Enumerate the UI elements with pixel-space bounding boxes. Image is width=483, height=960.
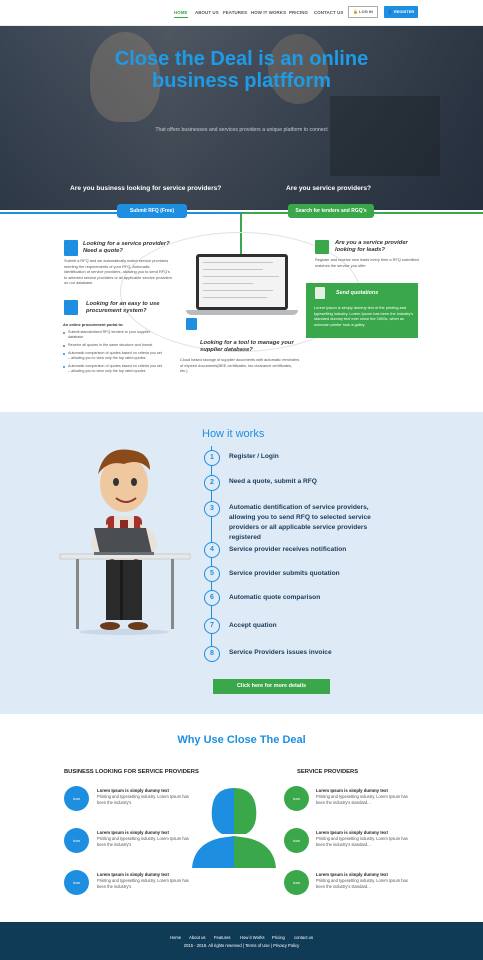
user-icon: 👤 [387, 9, 393, 14]
footer-link-home[interactable]: Home [170, 935, 181, 940]
lock-icon: 🔒 [353, 9, 359, 14]
block-service-provider-text: Submit a RFQ and we automatically match … [64, 258, 172, 286]
step-number: 7 [204, 618, 220, 634]
procurement-icon [64, 300, 78, 315]
person-silhouette-illustration [192, 788, 276, 868]
why-item-heading: Lorem Ipsum is simply dummy text [316, 872, 388, 877]
block-service-provider-title: Looking for a service provider? Need a q… [83, 241, 170, 254]
step-number: 1 [204, 450, 220, 466]
hero-photo-laptop [330, 96, 440, 176]
step-number: 4 [204, 542, 220, 558]
why-right-heading: SERVICE PROVIDERS [297, 769, 359, 775]
why-item-text: Printing and typesetting industry. Lorem… [316, 836, 408, 847]
search-tenders-button[interactable]: Search for tenders and RGQ's [288, 204, 374, 218]
step-text: Service provider receives notification [229, 546, 347, 553]
why-item-text: Printing and typesetting industry. Lorem… [97, 794, 189, 805]
login-label: LOG IN [359, 9, 373, 14]
list-item: Submit standardized RFQ tenders to your … [63, 330, 163, 340]
top-nav: HOME ABOUT US FEATURES HOW IT WORKS PRIC… [0, 0, 483, 26]
step-number: 6 [204, 590, 220, 606]
step-text: Register / Login [229, 453, 279, 460]
footer-link-pricing[interactable]: Pricing [272, 935, 285, 940]
step-number: 8 [204, 646, 220, 662]
list-item: Automatic comparison of quotes based on … [63, 351, 163, 361]
hero-title-line1: Close the Deal is an online [114, 48, 369, 70]
user-lead-icon [315, 240, 329, 254]
more-details-button[interactable]: Click here for more details [213, 679, 330, 694]
nav-pricing[interactable]: PRICING [289, 10, 308, 15]
list-item: Receive all quotes in the same structure… [63, 343, 163, 348]
why-item-heading: Lorem Ipsum is simply dummy text [316, 830, 388, 835]
step-text: Service provider submits quotation [229, 570, 340, 577]
step-text: Automatic quote comparison [229, 594, 321, 601]
block-leads-title: Are you a service provider looking for l… [335, 240, 408, 253]
why-item-text: Printing and typesetting industry. Lorem… [97, 836, 189, 847]
why-item-heading: Lorem Ipsum is simply dummy text [97, 788, 169, 793]
document-icon [64, 240, 78, 256]
why-item-text: Printing and typesetting industry. Lorem… [316, 794, 408, 805]
block-database-text: Cloud based storage of supplier document… [180, 357, 300, 374]
footer [0, 922, 483, 960]
step-text: Automatic dentification of service provi… [229, 504, 371, 541]
footer-link-features[interactable]: Features [214, 935, 231, 940]
nav-features[interactable]: FEATURES [223, 10, 247, 15]
why-item-icon: icon [284, 828, 309, 853]
hero-subtitle: That offers businesses and services prov… [155, 127, 328, 133]
step-number: 2 [204, 475, 220, 491]
register-button[interactable]: 👤 REGISTER [384, 6, 418, 18]
why-item-heading: Lorem Ipsum is simply dummy text [316, 788, 388, 793]
nav-how[interactable]: HOW IT WORKS [251, 10, 286, 15]
why-item-icon: icon [284, 786, 309, 811]
procurement-list: Submit standardized RFQ tenders to your … [63, 330, 163, 377]
send-quotations-text: Lorem Ipsum is simply dummy text of the … [314, 305, 414, 327]
step-text: Service Providers issues invoice [229, 649, 332, 656]
why-item-text: Printing and typesetting industry. Lorem… [316, 878, 408, 889]
database-icon [186, 318, 197, 330]
block-leads-text: Register and receive new leads every tim… [315, 257, 419, 268]
nav-about[interactable]: ABOUT US [195, 10, 219, 15]
submit-rfq-button[interactable]: Submit RFQ (Free) [117, 204, 187, 218]
step-text: Need a quote, submit a RFQ [229, 478, 317, 485]
register-label: REGISTER [393, 9, 415, 14]
quotation-icon [315, 287, 325, 299]
laptop-base [186, 310, 298, 315]
step-number: 3 [204, 501, 220, 517]
why-item-icon: icon [64, 870, 89, 895]
footer-link-contact[interactable]: contact us [294, 935, 313, 940]
step-number: 5 [204, 566, 220, 582]
cartoon-businessman-illustration [59, 449, 191, 635]
footer-copyright: 2015 - 2016. All rights reserved | Terms… [183, 943, 300, 948]
why-item-icon: icon [64, 786, 89, 811]
list-item: Automatic comparison of quotes based on … [63, 364, 163, 374]
nav-home[interactable]: HOME [174, 10, 188, 18]
why-left-heading: BUSINESS LOOKING FOR SERVICE PROVIDERS [64, 769, 199, 775]
footer-link-how[interactable]: How it Works [240, 935, 265, 940]
step-text: Accept quation [229, 622, 277, 629]
block-procurement-title: Looking for an easy to use procurement s… [86, 301, 160, 314]
laptop-screen-content [199, 257, 285, 307]
block-procurement-lead: An online procurement portal to: [63, 322, 124, 327]
block-database-title: Looking for a tool to manage your suppli… [200, 340, 294, 353]
question-business: Are you business looking for service pro… [70, 185, 222, 192]
why-item-icon: icon [64, 828, 89, 853]
why-title: Why Use Close The Deal [177, 734, 306, 746]
hero-title: Close the Deal is an online business pla… [0, 48, 483, 92]
nav-contact[interactable]: CONTACT US [314, 10, 343, 15]
hero-title-line2: business platfform [152, 70, 331, 92]
why-item-heading: Lorem Ipsum is simply dummy text [97, 830, 169, 835]
why-item-heading: Lorem Ipsum is simply dummy text [97, 872, 169, 877]
how-it-works-title: How it works [202, 428, 265, 440]
laptop-image [196, 254, 288, 310]
login-button[interactable]: 🔒 LOG IN [348, 6, 378, 18]
send-quotations-title: Send quotations [336, 290, 379, 296]
footer-link-about[interactable]: About us [189, 935, 206, 940]
question-provider: Are you service providers? [286, 185, 372, 192]
why-item-text: Printing and typesetting industry. Lorem… [97, 878, 189, 889]
why-item-icon: icon [284, 870, 309, 895]
